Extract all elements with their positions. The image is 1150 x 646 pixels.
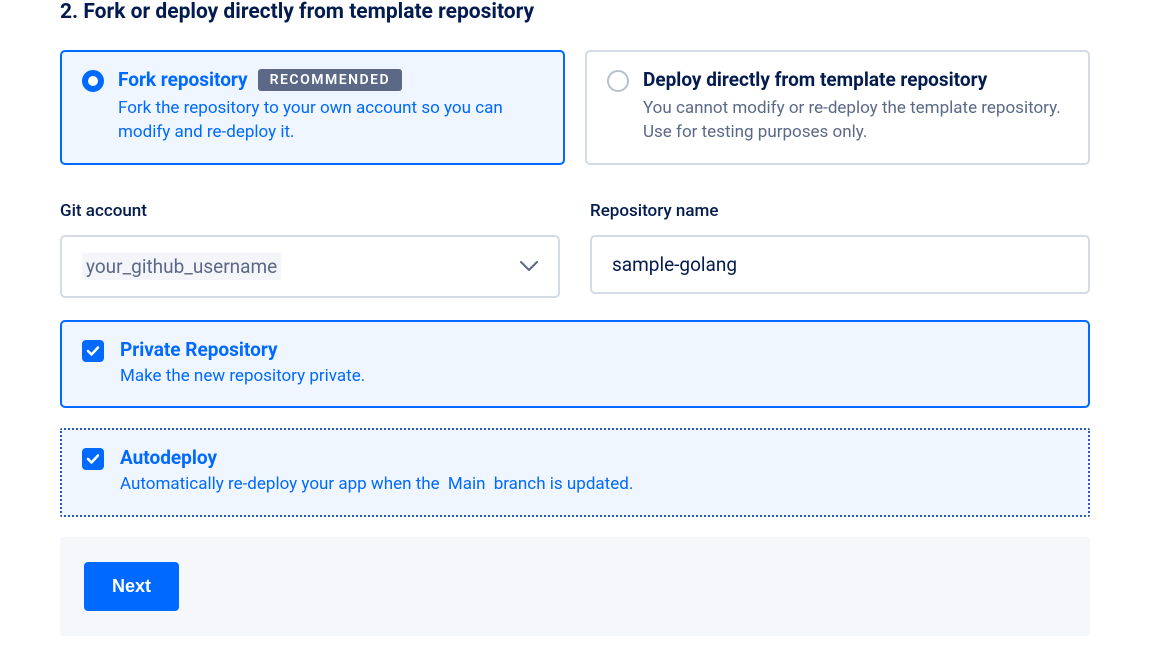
recommended-badge: RECOMMENDED — [258, 69, 403, 91]
repo-name-label: Repository name — [590, 201, 1090, 221]
branch-name: Main — [444, 474, 490, 494]
footer-bar: Next — [60, 537, 1090, 636]
deploy-option-title: Deploy directly from template repository — [643, 68, 987, 91]
chevron-down-icon — [520, 261, 538, 271]
section-title: 2. Fork or deploy directly from template… — [60, 0, 1090, 24]
git-account-select[interactable]: your_github_username — [60, 235, 560, 298]
git-account-value: your_github_username — [82, 253, 281, 280]
checkbox-icon — [82, 448, 104, 470]
deploy-option-desc: You cannot modify or re-deploy the templ… — [643, 97, 1068, 145]
autodeploy-option[interactable]: Autodeploy Automatically re-deploy your … — [60, 428, 1090, 517]
checkbox-icon — [82, 340, 104, 362]
fork-repository-option[interactable]: Fork repository RECOMMENDED Fork the rep… — [60, 50, 565, 165]
private-repo-desc: Make the new repository private. — [120, 365, 1068, 389]
repo-name-input[interactable] — [590, 235, 1090, 294]
autodeploy-title: Autodeploy — [120, 446, 1068, 469]
radio-icon — [82, 70, 104, 92]
deploy-method-options: Fork repository RECOMMENDED Fork the rep… — [60, 50, 1090, 165]
radio-icon — [607, 70, 629, 92]
fork-option-desc: Fork the repository to your own account … — [118, 97, 543, 145]
private-repo-title: Private Repository — [120, 338, 1068, 361]
next-button[interactable]: Next — [84, 562, 179, 611]
private-repo-option[interactable]: Private Repository Make the new reposito… — [60, 320, 1090, 409]
deploy-template-option[interactable]: Deploy directly from template repository… — [585, 50, 1090, 165]
repo-fields-row: Git account your_github_username Reposit… — [60, 201, 1090, 298]
git-account-label: Git account — [60, 201, 560, 221]
fork-option-title: Fork repository — [118, 68, 248, 91]
autodeploy-desc: Automatically re-deploy your app when th… — [120, 473, 1068, 497]
